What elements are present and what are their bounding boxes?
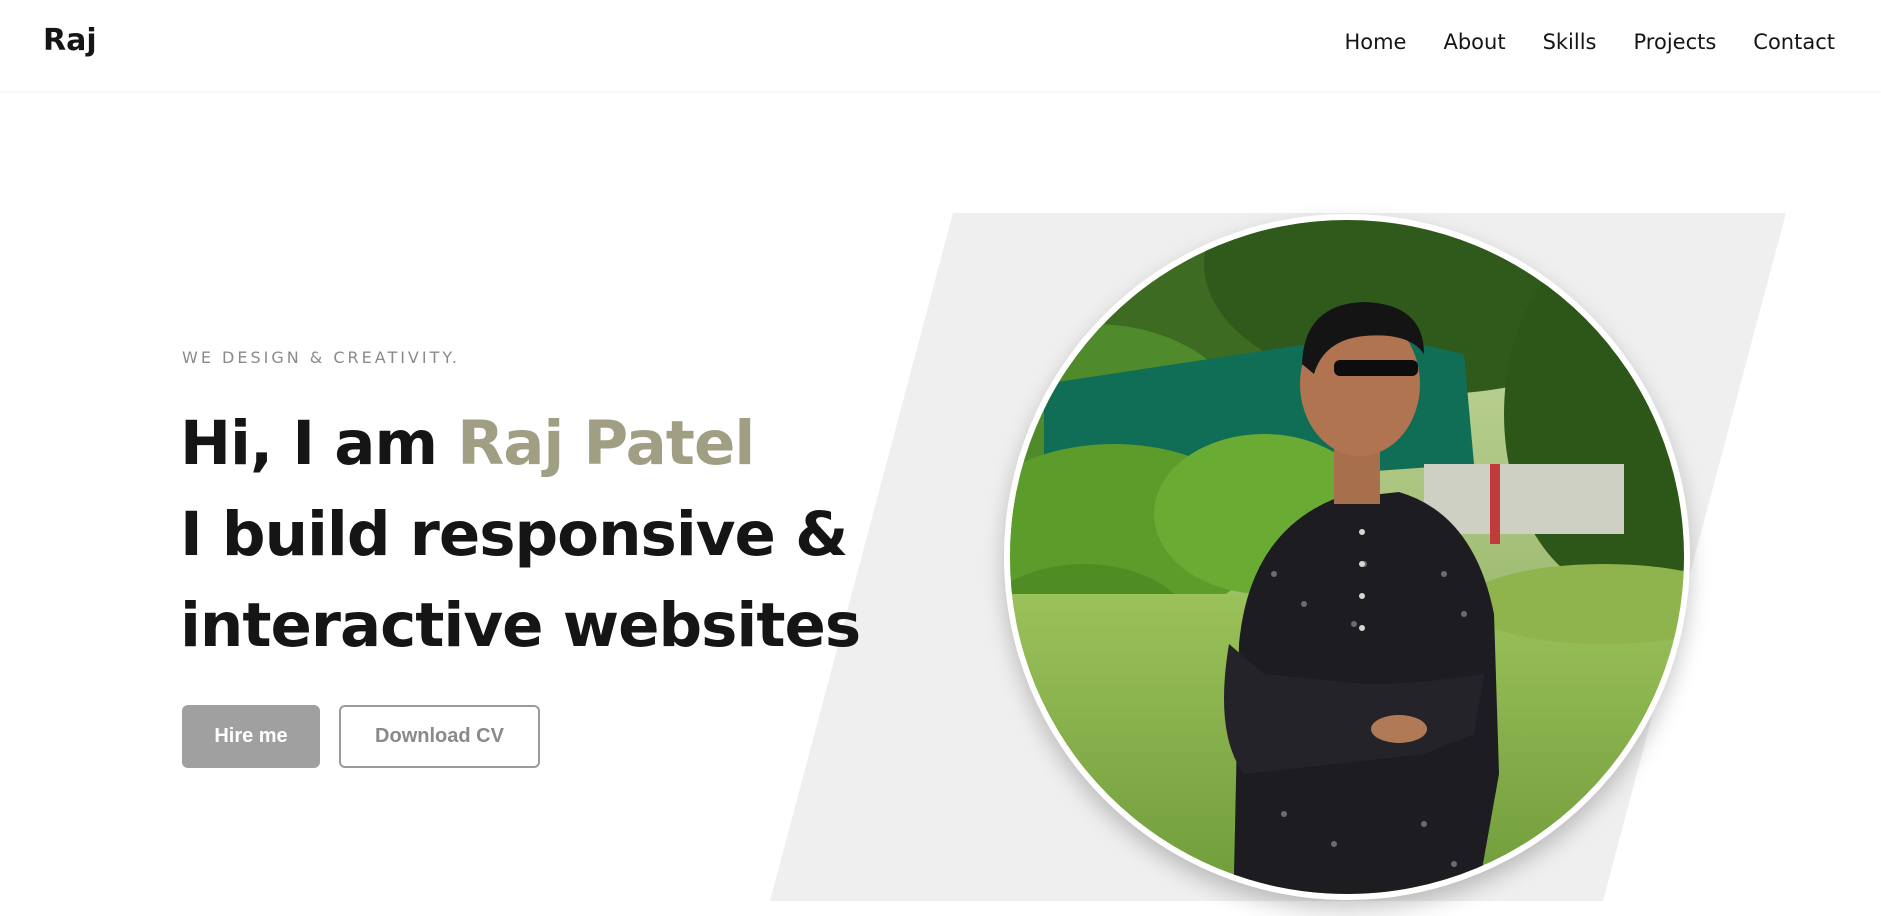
nav-link-home[interactable]: Home	[1344, 30, 1406, 54]
hire-me-button[interactable]: Hire me	[182, 705, 320, 768]
nav-link-contact[interactable]: Contact	[1753, 30, 1835, 54]
nav-link-projects[interactable]: Projects	[1634, 30, 1717, 54]
hero-tagline: WE DESIGN & CREATIVITY.	[182, 348, 460, 367]
headline-greeting: Hi, I am	[180, 408, 438, 479]
headline-name: Raj Patel	[457, 408, 755, 479]
site-logo[interactable]: Raj	[43, 23, 97, 58]
profile-photo-illustration	[1004, 214, 1690, 900]
nav-link-skills[interactable]: Skills	[1543, 30, 1597, 54]
profile-photo	[1004, 214, 1690, 900]
headline-line-3: interactive websites	[180, 590, 861, 661]
top-navbar: Raj Home About Skills Projects Contact	[0, 0, 1881, 91]
hero-headline: Hi, I am Raj Patel I build responsive & …	[180, 398, 880, 671]
headline-line-2: I build responsive &	[180, 499, 848, 570]
main-nav: Home About Skills Projects Contact	[1344, 30, 1835, 54]
nav-link-about[interactable]: About	[1443, 30, 1505, 54]
download-cv-button[interactable]: Download CV	[339, 705, 540, 768]
hero-buttons: Hire me Download CV	[182, 705, 540, 768]
